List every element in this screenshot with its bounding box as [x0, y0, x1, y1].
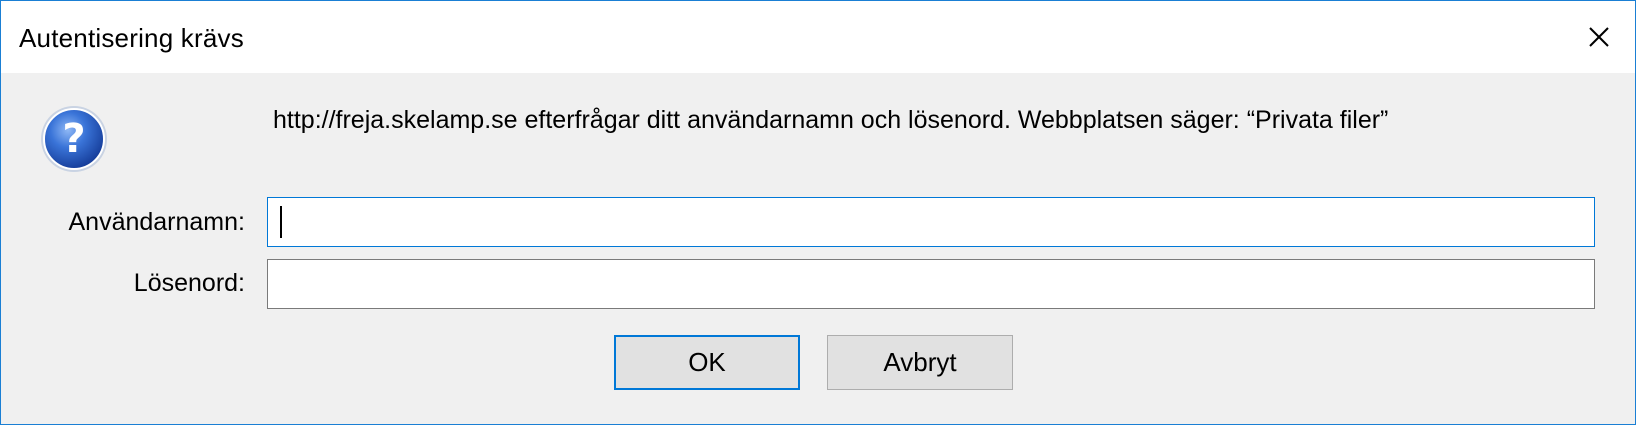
svg-text:?: ? [62, 116, 85, 162]
username-field[interactable] [267, 197, 1595, 247]
text-caret [280, 206, 282, 238]
password-field[interactable] [267, 259, 1595, 309]
password-label: Lösenord: [133, 269, 245, 297]
question-icon: ? [41, 106, 107, 172]
cancel-button[interactable]: Avbryt [827, 335, 1013, 390]
ok-button[interactable]: OK [614, 335, 800, 390]
close-icon [1589, 27, 1609, 47]
auth-message: http://freja.skelamp.se efterfrågar ditt… [273, 106, 1389, 134]
dialog-title: Autentisering krävs [19, 23, 244, 53]
close-button[interactable] [1563, 1, 1635, 73]
username-label: Användarnamn: [68, 208, 245, 236]
title-bar: Autentisering krävs [1, 1, 1635, 73]
auth-dialog: Autentisering krävs ? http://freja.skela… [0, 0, 1636, 425]
